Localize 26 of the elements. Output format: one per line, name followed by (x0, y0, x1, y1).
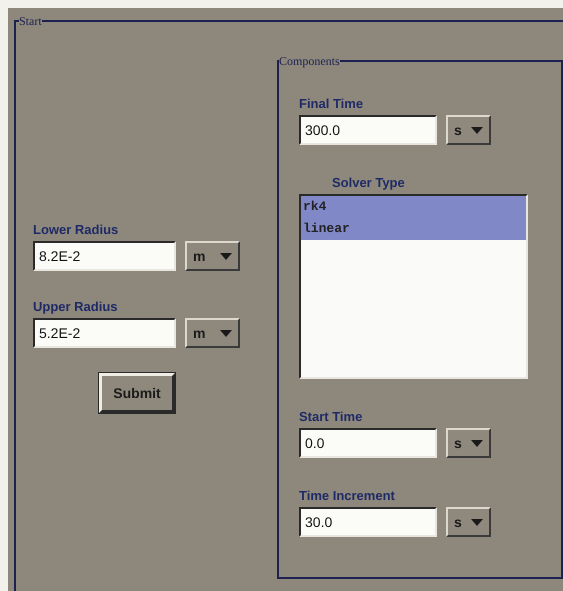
field-label: Start Time (299, 409, 362, 425)
value-field[interactable]: 5.2E-2 (33, 318, 176, 348)
value-field[interactable]: 0.0 (299, 428, 437, 458)
unit-dropdown[interactable]: s (446, 428, 491, 458)
caret-icon (220, 330, 232, 336)
list-item[interactable]: rk4 (301, 196, 526, 218)
value-field[interactable]: 300.0 (299, 115, 437, 145)
field-label: Final Time (299, 96, 364, 112)
list-item[interactable]: linear (301, 218, 526, 240)
unit-dropdown[interactable]: m (185, 241, 240, 271)
caret-icon (471, 126, 483, 134)
unit-dropdown[interactable]: s (446, 507, 491, 537)
unit-dropdown[interactable]: s (446, 115, 491, 145)
list-label: Solver Type (332, 175, 405, 191)
group-title: Start (19, 13, 42, 30)
group-title: Components (279, 53, 340, 70)
value-field[interactable]: 30.0 (299, 507, 437, 537)
unit-dropdown[interactable]: m (185, 318, 240, 348)
field-label: Upper Radius (33, 299, 118, 315)
field-label: Lower Radius (33, 222, 118, 238)
field-label: Time Increment (299, 488, 395, 504)
value-field[interactable]: 8.2E-2 (33, 241, 176, 271)
caret-icon (220, 252, 232, 260)
submit-button[interactable]: Submit (99, 373, 175, 413)
caret-icon (471, 440, 483, 446)
caret-icon (471, 518, 483, 526)
